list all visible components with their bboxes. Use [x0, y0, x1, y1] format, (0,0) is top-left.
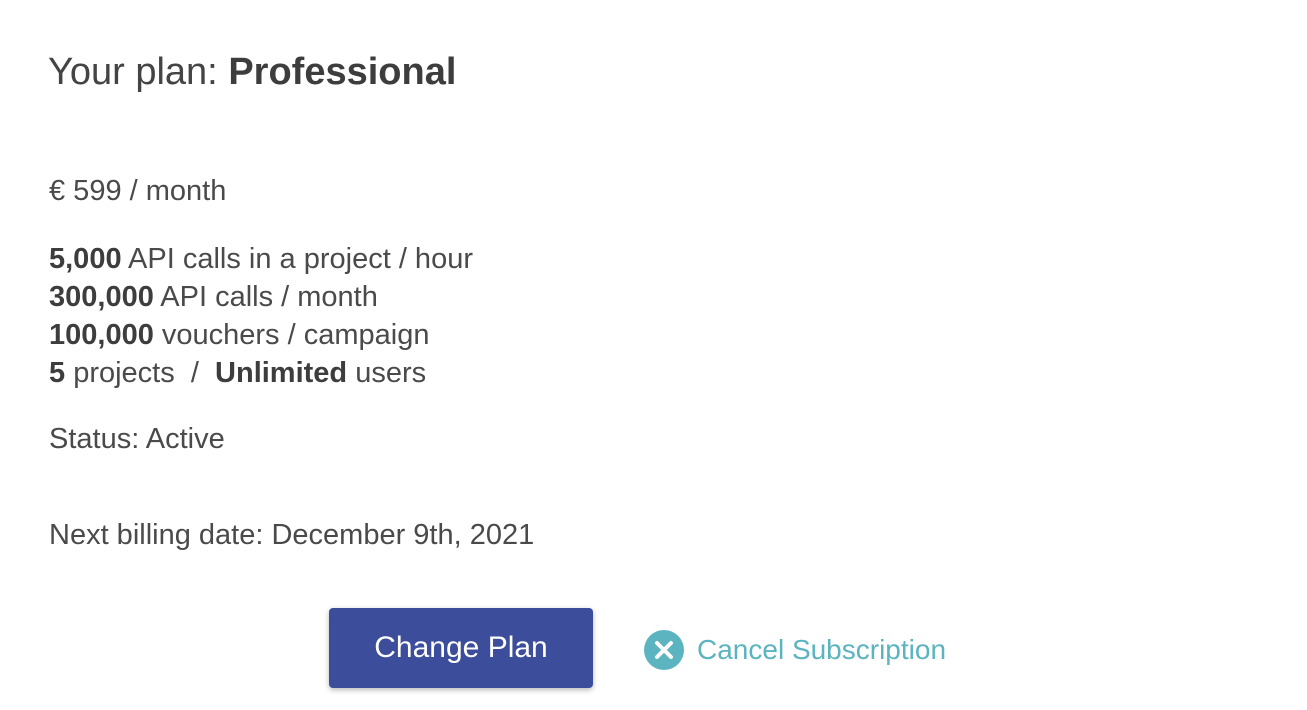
users-text: users	[347, 357, 427, 389]
limit-value: 5,000	[49, 243, 122, 275]
limit-text: API calls / month	[153, 281, 378, 313]
limit-row-api-hour: 5,000 API calls in a project / hour	[49, 240, 473, 278]
plan-heading: Your plan: Professional	[48, 50, 456, 94]
limit-row-projects-users: 5 projects / Unlimited users	[49, 354, 473, 392]
limit-value: 100,000	[49, 319, 154, 351]
limit-text: vouchers / campaign	[153, 319, 430, 351]
limit-row-vouchers: 100,000 vouchers / campaign	[49, 316, 473, 354]
projects-text: projects /	[65, 357, 216, 389]
close-circle-icon	[644, 630, 684, 670]
limit-value: 300,000	[49, 281, 154, 313]
cancel-subscription-label: Cancel Subscription	[697, 634, 947, 665]
limit-row-api-month: 300,000 API calls / month	[49, 278, 473, 316]
plan-name: Professional	[228, 51, 457, 93]
cancel-subscription-link[interactable]: Cancel Subscription	[644, 630, 946, 670]
plan-price: € 599 / month	[49, 175, 227, 207]
projects-value: 5	[49, 357, 66, 389]
plan-limits: 5,000 API calls in a project / hour 300,…	[49, 240, 473, 392]
next-billing-date: Next billing date: December 9th, 2021	[49, 519, 535, 551]
users-value: Unlimited	[215, 357, 348, 389]
change-plan-button[interactable]: Change Plan	[329, 608, 593, 688]
limit-text: API calls in a project / hour	[121, 243, 473, 275]
subscription-status: Status: Active	[49, 423, 225, 455]
plan-label: Your plan:	[48, 51, 218, 93]
